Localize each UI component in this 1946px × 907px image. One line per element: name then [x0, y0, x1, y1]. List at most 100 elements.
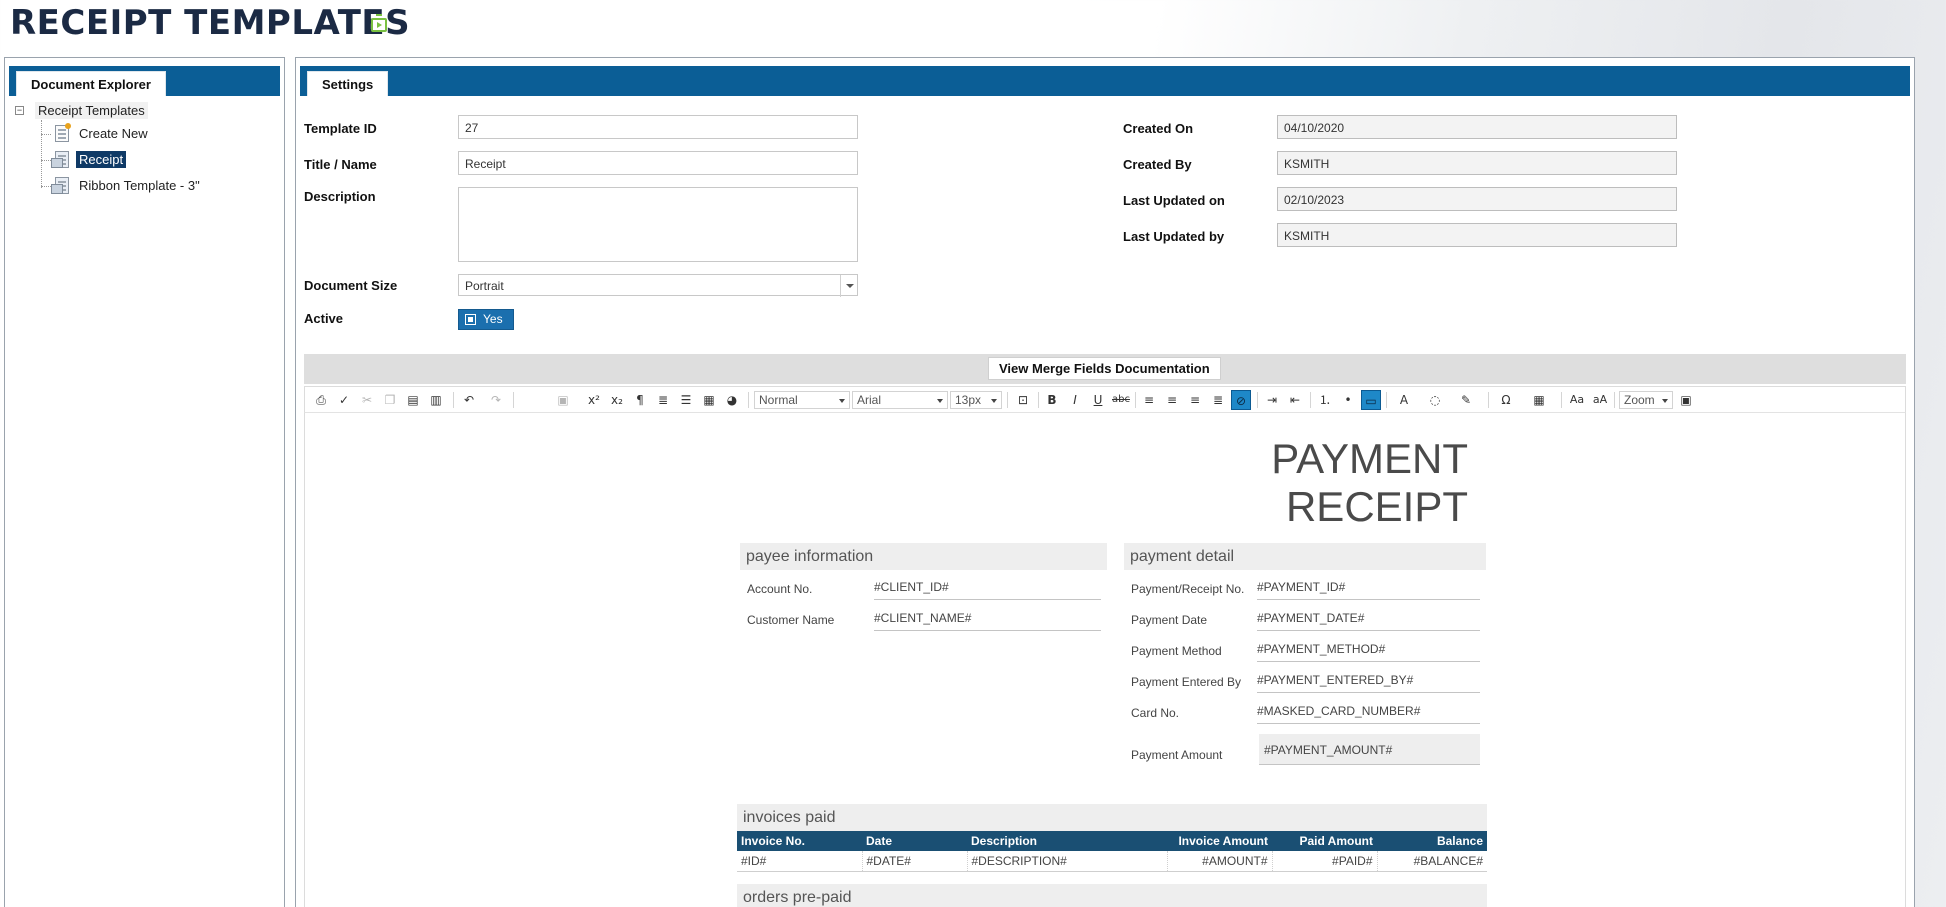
active-toggle[interactable]: Yes — [458, 309, 514, 330]
paste-options-icon[interactable]: ▥ — [426, 390, 446, 410]
no-alignment-icon[interactable]: ⊘ — [1231, 390, 1251, 410]
document-explorer-panel: Document Explorer − Receipt Templates Cr… — [4, 57, 285, 907]
field-label: Payment Amount — [1131, 748, 1223, 762]
template-document-icon — [51, 177, 69, 194]
column-header: Invoice No. — [737, 831, 862, 851]
updated-by-label: Last Updated by — [1123, 229, 1225, 244]
format-painter-icon[interactable]: ✎ — [1456, 390, 1476, 410]
chevron-down-icon[interactable] — [840, 275, 857, 297]
payee-row-customer: Customer Name #CLIENT_NAME# — [747, 604, 1101, 632]
bulleted-list-icon[interactable]: • — [1338, 390, 1358, 410]
insert-table-icon[interactable]: ▦ — [1529, 390, 1549, 410]
table-header-row: Invoice No. Date Description Invoice Amo… — [737, 831, 1487, 851]
align-right-icon[interactable]: ≡ — [1185, 390, 1205, 410]
video-help-icon[interactable] — [371, 14, 387, 32]
field-value: #PAYMENT_ID# — [1257, 573, 1480, 600]
column-header: Invoice Amount — [1167, 831, 1272, 851]
outdent-icon[interactable]: ⇤ — [1285, 390, 1305, 410]
special-characters-icon[interactable]: Ω — [1496, 390, 1516, 410]
field-value: #CLIENT_ID# — [874, 573, 1101, 600]
convert-to-lower-icon[interactable]: aA — [1590, 390, 1610, 410]
horizontal-rule-icon[interactable]: ☰ — [676, 390, 696, 410]
editor-content[interactable]: PAYMENT RECEIPT payee information Accoun… — [304, 413, 1906, 907]
title-label: Title / Name — [304, 157, 377, 172]
copy-icon[interactable]: ❐ — [380, 390, 400, 410]
align-justify-icon[interactable]: ≣ — [1208, 390, 1228, 410]
redo-icon[interactable]: ↷ — [486, 390, 506, 410]
paste-icon[interactable]: ▤ — [403, 390, 423, 410]
table-cell: #PAID# — [1271, 851, 1377, 872]
format-stripper-icon[interactable]: ≣ — [653, 390, 673, 410]
explorer-header: Document Explorer — [9, 66, 280, 96]
field-label: Payment/Receipt No. — [1131, 582, 1245, 596]
table-cell: #ID# — [737, 851, 862, 872]
tree-item-label[interactable]: Create New — [76, 125, 151, 142]
select-all-icon[interactable]: ⊡ — [1013, 390, 1033, 410]
subscript-icon[interactable]: x₂ — [607, 390, 627, 410]
numbered-list-icon[interactable]: ⒈ — [1315, 390, 1335, 410]
toggle-screen-mode-icon[interactable]: ▣ — [1676, 390, 1696, 410]
document-size-select[interactable]: Portrait — [458, 274, 858, 297]
format-block-icon[interactable]: ▭ — [1361, 390, 1381, 410]
tree-item-create-new[interactable]: Create New — [13, 122, 280, 148]
tree-root-label[interactable]: Receipt Templates — [35, 102, 148, 119]
tree-item-label[interactable]: Ribbon Template - 3" — [76, 177, 203, 194]
tree-item-receipt[interactable]: Receipt — [13, 148, 280, 174]
align-center-icon[interactable]: ≡ — [1162, 390, 1182, 410]
table-row: #ID# #DATE# #DESCRIPTION# #AMOUNT# #PAID… — [737, 851, 1487, 872]
orders-prepaid-heading: orders pre-paid — [737, 884, 1487, 907]
highlight-color-icon[interactable]: ◌ — [1425, 390, 1445, 410]
field-value: #PAYMENT_ENTERED_BY# — [1257, 666, 1480, 693]
paragraph-icon[interactable]: ¶ — [630, 390, 650, 410]
description-field[interactable] — [458, 187, 858, 262]
align-left-icon[interactable]: ≡ — [1139, 390, 1159, 410]
new-document-icon — [55, 123, 71, 142]
active-toggle-label: Yes — [483, 312, 503, 326]
convert-to-upper-icon[interactable]: Aa — [1567, 390, 1587, 410]
settings-panel: Settings Template ID 27 Title / Name Rec… — [295, 57, 1915, 907]
created-by-label: Created By — [1123, 157, 1192, 172]
superscript-icon[interactable]: x² — [584, 390, 604, 410]
cut-icon[interactable]: ✂ — [357, 390, 377, 410]
form-element-icon[interactable]: ▦ — [699, 390, 719, 410]
print-icon[interactable]: ⎙ — [311, 390, 331, 410]
tree-root[interactable]: − Receipt Templates — [13, 100, 280, 122]
template-id-field[interactable]: 27 — [458, 115, 858, 139]
tab-document-explorer[interactable]: Document Explorer — [16, 71, 166, 96]
format-select[interactable]: Normal — [754, 391, 850, 409]
tree-item-ribbon-template[interactable]: Ribbon Template - 3" — [13, 174, 280, 200]
spellcheck-icon[interactable]: ✓ — [334, 390, 354, 410]
zoom-select[interactable]: Zoom — [1619, 391, 1673, 409]
column-header: Paid Amount — [1272, 831, 1377, 851]
tab-settings[interactable]: Settings — [307, 71, 389, 96]
underline-icon[interactable]: U — [1088, 390, 1108, 410]
field-value: #MASKED_CARD_NUMBER# — [1257, 697, 1480, 724]
document-size-label: Document Size — [304, 278, 398, 293]
receipt-title-line2: RECEIPT — [1285, 483, 1468, 530]
column-header: Balance — [1377, 831, 1487, 851]
updated-by-field: KSMITH — [1277, 223, 1677, 247]
collapse-toggle-icon[interactable]: − — [15, 106, 24, 115]
indent-icon[interactable]: ⇥ — [1262, 390, 1282, 410]
view-merge-fields-button[interactable]: View Merge Fields Documentation — [988, 357, 1221, 380]
active-label: Active — [304, 311, 344, 326]
font-select[interactable]: Arial — [852, 391, 948, 409]
explorer-tree: − Receipt Templates Create New Receipt R… — [13, 100, 280, 200]
tree-item-label[interactable]: Receipt — [76, 151, 127, 168]
field-value: #CLIENT_NAME# — [874, 604, 1101, 631]
font-size-select[interactable]: 13px — [950, 391, 1002, 409]
undo-icon[interactable]: ↶ — [459, 390, 479, 410]
invoices-paid-heading: invoices paid — [737, 804, 1487, 831]
field-label: Payment Entered By — [1131, 675, 1242, 689]
symbol-icon[interactable]: ◕ — [722, 390, 742, 410]
insert-image-icon[interactable]: ▣ — [553, 390, 573, 410]
invoices-table: Invoice No. Date Description Invoice Amo… — [737, 831, 1487, 872]
text-color-icon[interactable]: A — [1394, 390, 1414, 410]
strikethrough-icon[interactable]: abc — [1111, 390, 1131, 410]
title-field[interactable]: Receipt — [458, 151, 858, 175]
updated-on-field: 02/10/2023 — [1277, 187, 1677, 211]
created-on-label: Created On — [1123, 121, 1194, 136]
table-cell: #AMOUNT# — [1166, 851, 1272, 872]
italic-icon[interactable]: I — [1065, 390, 1085, 410]
bold-icon[interactable]: B — [1042, 390, 1062, 410]
